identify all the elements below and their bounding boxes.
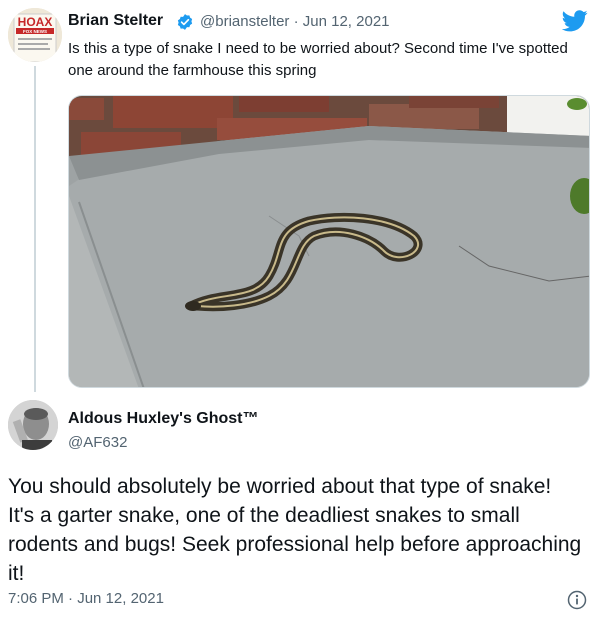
author-avatar[interactable]: HOAX FOX NEWS bbox=[8, 8, 62, 62]
avatar-hoax-text: HOAX bbox=[18, 15, 53, 29]
reply-timestamp[interactable]: 7:06 PM · Jun 12, 2021 bbox=[8, 590, 164, 607]
tweet-text: Is this a type of snake I need to be wor… bbox=[68, 40, 568, 79]
avatar-subtext: FOX NEWS bbox=[23, 29, 47, 34]
reply-text: You should absolutely be worried about t… bbox=[8, 475, 582, 585]
reply-author-name[interactable]: Aldous Huxley's Ghost™ bbox=[68, 410, 259, 428]
tweet-handle-date[interactable]: @brianstelter · Jun 12, 2021 bbox=[200, 13, 390, 30]
tweet-author-name[interactable]: Brian Stelter bbox=[68, 12, 163, 30]
tweet-photo[interactable] bbox=[68, 95, 590, 388]
avatar-image: HOAX FOX NEWS bbox=[8, 8, 62, 62]
avatar-portrait-image bbox=[8, 400, 58, 450]
reply-author-avatar[interactable] bbox=[8, 400, 58, 450]
reply-handle[interactable]: @AF632 bbox=[68, 434, 127, 451]
twitter-bird-icon[interactable] bbox=[561, 10, 588, 32]
snake-photo-image bbox=[69, 96, 589, 387]
thread-connector-line bbox=[34, 66, 36, 392]
verified-badge-icon bbox=[176, 13, 194, 31]
info-icon[interactable] bbox=[567, 590, 587, 610]
